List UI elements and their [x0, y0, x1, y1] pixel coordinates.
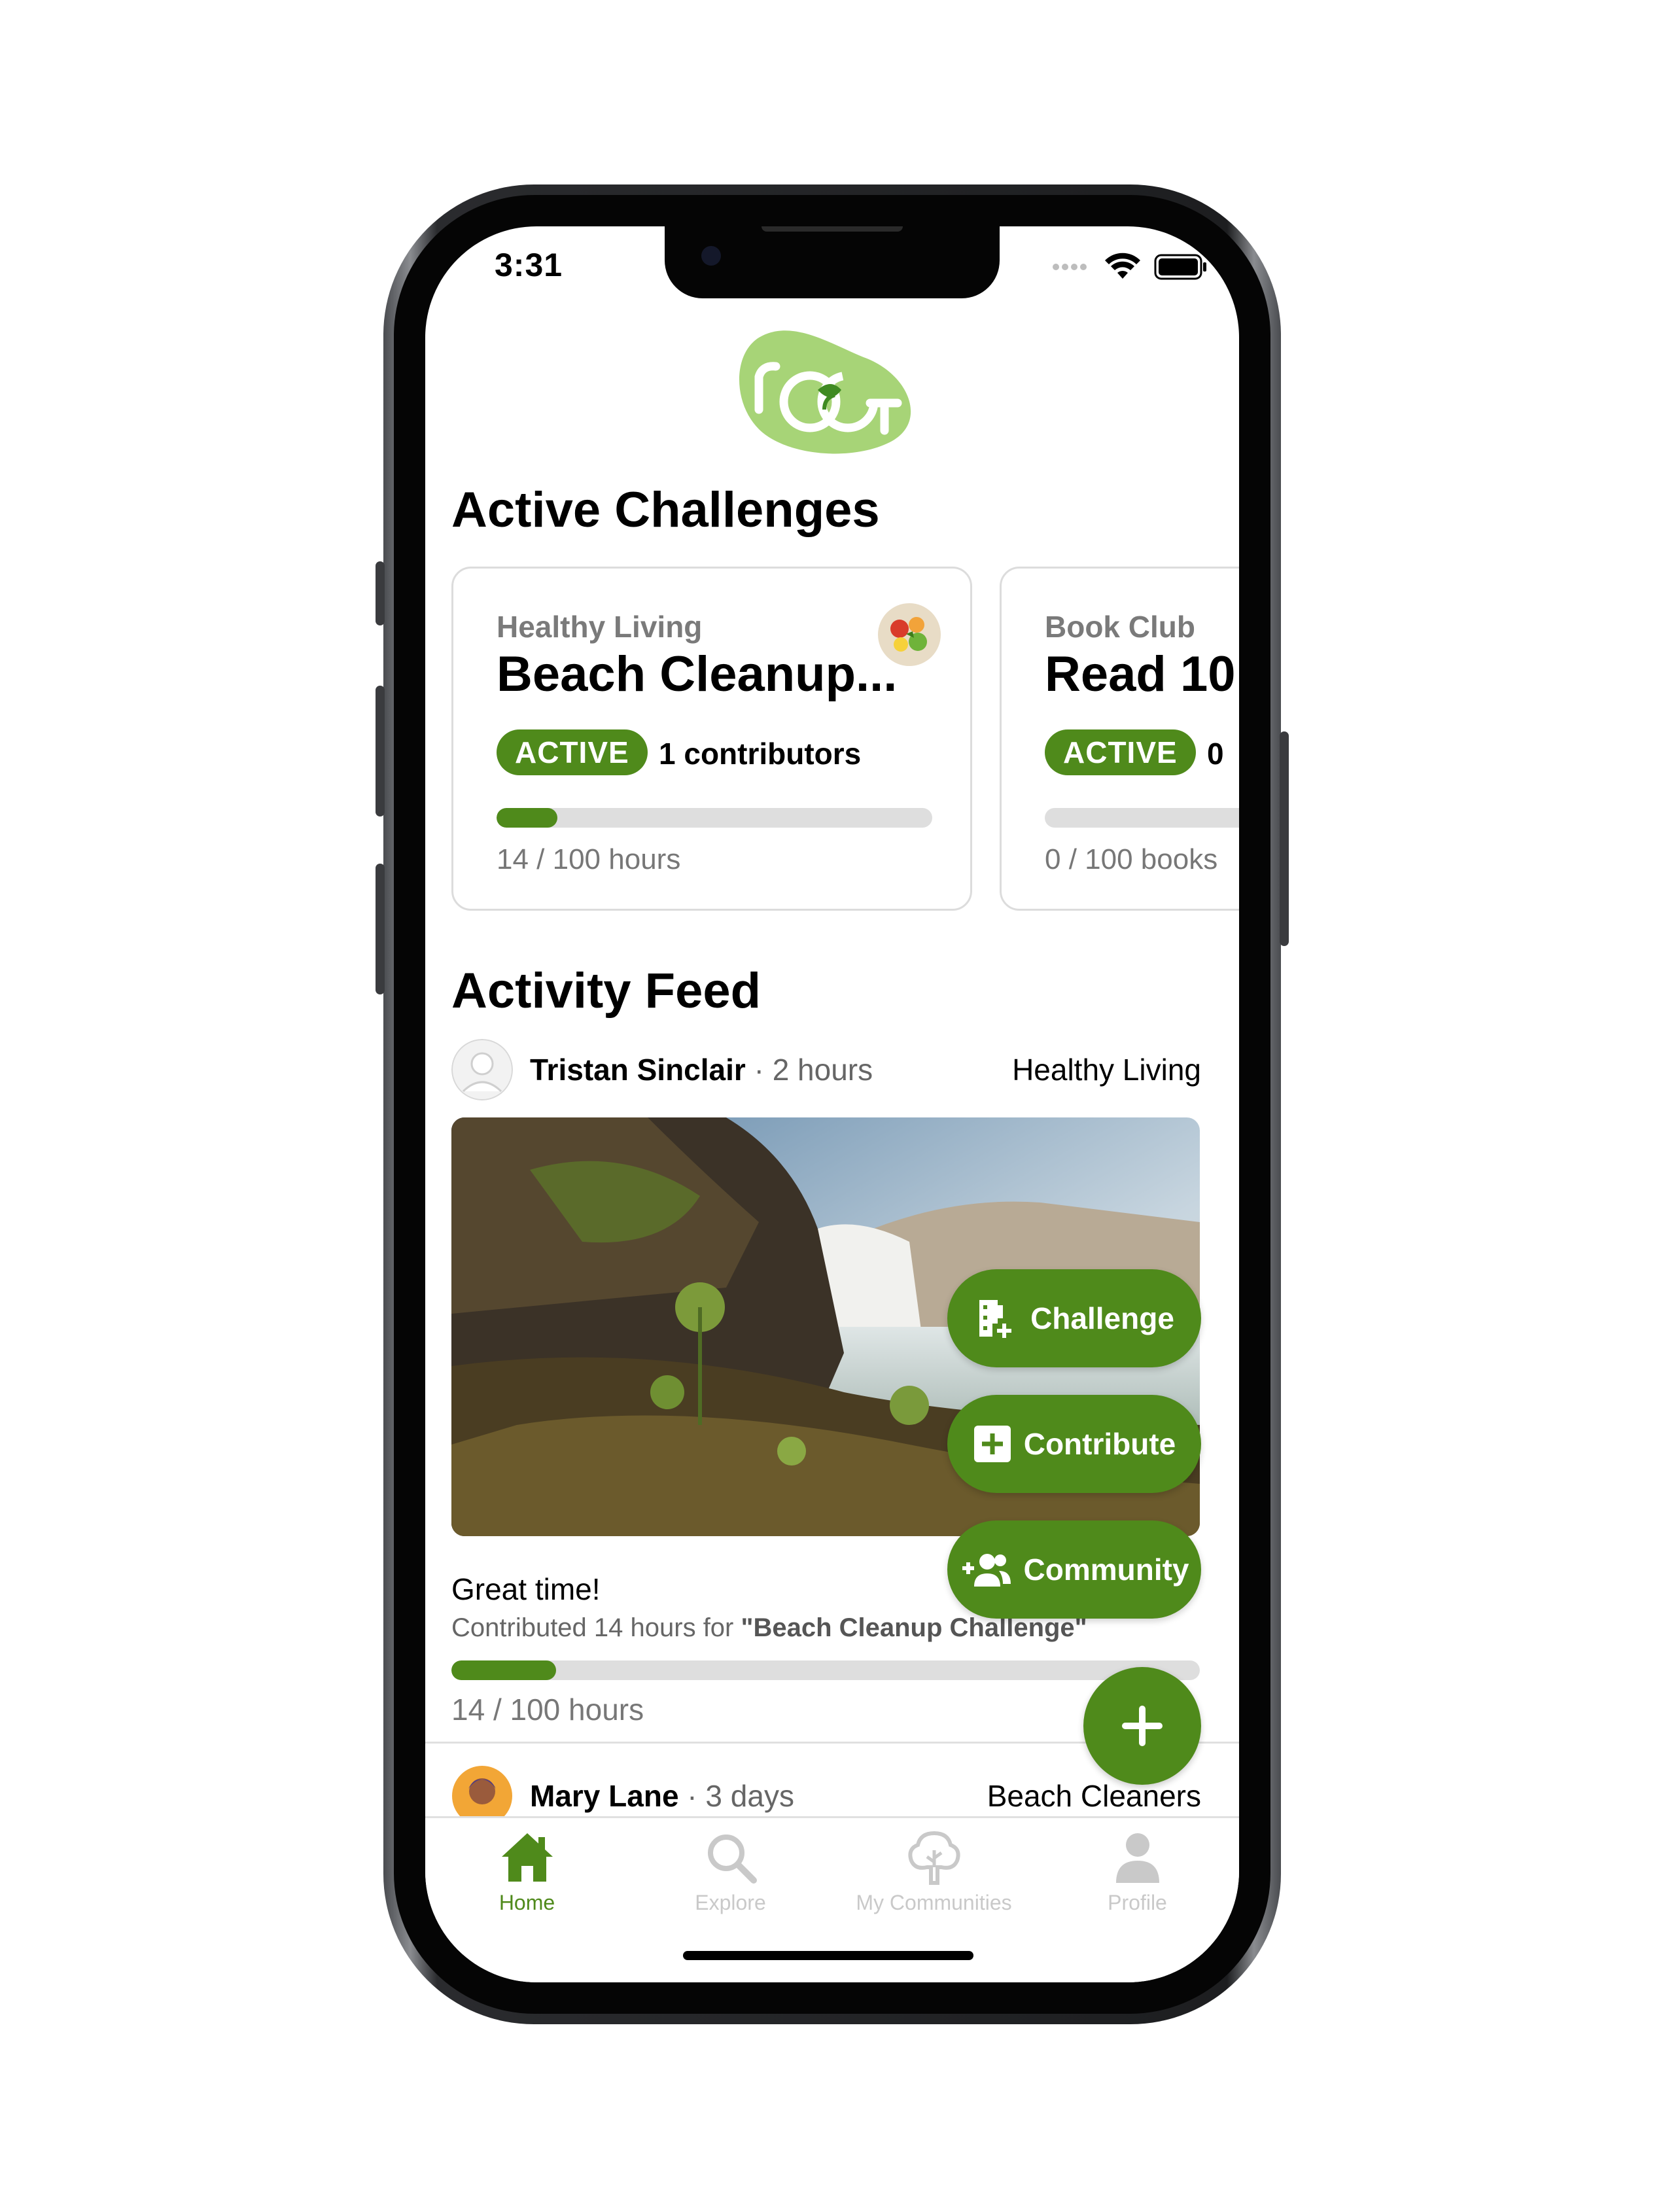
challenge-add-icon: [979, 1300, 1012, 1338]
fab-community-label: Community: [1023, 1553, 1189, 1587]
volume-up-button: [376, 686, 385, 816]
fab-challenge-label: Challenge: [1030, 1301, 1174, 1335]
challenge-card-read-10[interactable]: Book Club Read 10 ACTIVE 0 0 / 100 books: [1000, 567, 1239, 911]
separator-dot: ·: [678, 1779, 706, 1813]
create-challenge-button[interactable]: Challenge: [947, 1269, 1201, 1367]
tab-explore[interactable]: Explore: [629, 1816, 832, 1915]
challenge-card-beach-cleanup[interactable]: Healthy Living Beach Cleanup... ACTIVE 1…: [451, 567, 972, 911]
speaker: [761, 226, 903, 232]
signal-icon: [1053, 264, 1087, 270]
challenge-progress-bar: [497, 808, 932, 828]
create-community-button[interactable]: Community: [947, 1520, 1201, 1619]
community-avatar-icon: [878, 603, 941, 666]
front-camera: [701, 246, 721, 266]
status-time: 3:31: [495, 247, 563, 283]
post-detail-text: Contributed 14 hours for: [451, 1613, 741, 1642]
tree-icon: [907, 1831, 960, 1885]
fab-contribute-label: Contribute: [1023, 1427, 1176, 1461]
home-icon: [501, 1833, 553, 1882]
power-button: [1280, 731, 1289, 946]
status-badge: ACTIVE: [497, 729, 648, 775]
challenge-category: Healthy Living: [497, 610, 703, 644]
challenge-name: Read 10: [1045, 646, 1236, 702]
post-progress-text: 14 / 100 hours: [451, 1693, 644, 1727]
post-caption: Great time!: [451, 1572, 601, 1606]
challenge-category: Book Club: [1045, 610, 1195, 644]
group-add-icon: [962, 1554, 1011, 1587]
contribute-button[interactable]: Contribute: [947, 1395, 1201, 1493]
author-name: Mary Lane: [530, 1779, 679, 1813]
post-author[interactable]: Mary Lane · 3 days: [530, 1778, 794, 1814]
post-time: 2 hours: [772, 1053, 873, 1087]
battery-icon: [1154, 254, 1206, 280]
post-author[interactable]: Tristan Sinclair · 2 hours: [530, 1052, 873, 1087]
plus-icon: [1122, 1706, 1163, 1746]
author-name: Tristan Sinclair: [530, 1053, 746, 1087]
challenge-name: Beach Cleanup...: [497, 646, 898, 702]
home-indicator: [683, 1951, 973, 1960]
tab-label: Home: [499, 1891, 555, 1914]
fab-main-button[interactable]: [1083, 1667, 1201, 1785]
app-logo: [739, 330, 911, 454]
tab-label: Profile: [1108, 1891, 1167, 1914]
challenge-progress-bar: [1045, 808, 1239, 828]
search-icon: [707, 1835, 757, 1884]
progress-text: 0 / 100 books: [1045, 843, 1218, 875]
person-icon: [1115, 1833, 1159, 1883]
status-badge: ACTIVE: [1045, 729, 1196, 775]
separator-dot: ·: [745, 1053, 773, 1087]
active-challenges-title: Active Challenges: [451, 482, 880, 538]
volume-down-button: [376, 864, 385, 994]
app-screen: 3:31 Active Challenges Healthy Living Be…: [425, 226, 1239, 1982]
activity-feed-title: Activity Feed: [451, 963, 761, 1019]
contributors-count: 0: [1207, 737, 1224, 771]
progress-text: 14 / 100 hours: [497, 843, 681, 875]
post-community[interactable]: Healthy Living: [1012, 1052, 1201, 1087]
contributors-count: 1 contributors: [659, 737, 862, 771]
notch: [665, 226, 1000, 298]
tab-label: My Communities: [856, 1891, 1012, 1914]
progress-fill: [497, 808, 558, 828]
post-time: 3 days: [705, 1779, 794, 1813]
tab-profile[interactable]: Profile: [1036, 1816, 1239, 1915]
user-avatar-icon[interactable]: [451, 1039, 513, 1100]
post-progress-bar: [451, 1660, 1200, 1680]
tab-home[interactable]: Home: [425, 1816, 629, 1915]
tab-label: Explore: [695, 1891, 766, 1914]
progress-fill: [451, 1660, 557, 1680]
add-box-icon: [973, 1426, 1011, 1462]
post-community[interactable]: Beach Cleaners: [987, 1778, 1201, 1814]
status-icons: [1052, 253, 1208, 281]
tab-my-communities[interactable]: My Communities: [832, 1816, 1036, 1915]
wifi-icon: [1105, 253, 1140, 279]
silent-switch: [376, 561, 385, 625]
